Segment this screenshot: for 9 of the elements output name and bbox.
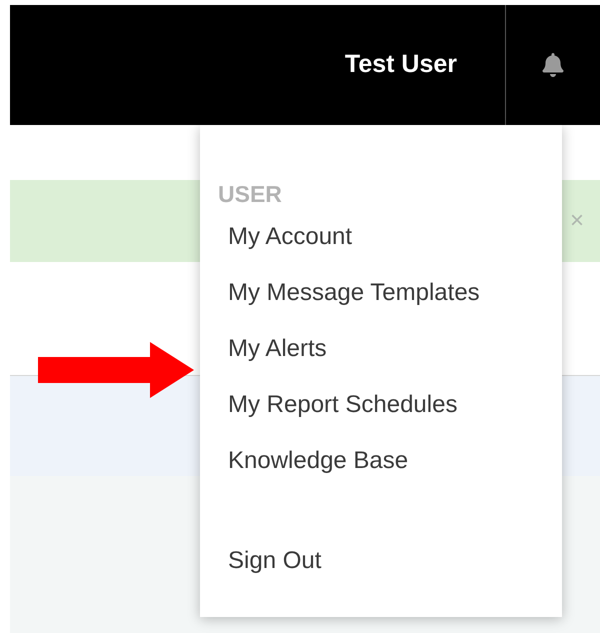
- menu-item[interactable]: Sign Out: [228, 546, 322, 576]
- menu-item[interactable]: Knowledge Base: [228, 446, 408, 476]
- arrow-icon: [38, 342, 194, 398]
- user-name[interactable]: Test User: [344, 46, 457, 84]
- menu-item[interactable]: My Message Templates: [228, 278, 480, 308]
- menu-item[interactable]: My Alerts: [228, 334, 327, 364]
- menu-item[interactable]: My Account: [228, 222, 352, 252]
- menu-item[interactable]: My Report Schedules: [228, 390, 458, 420]
- section-heading: USER: [218, 180, 282, 209]
